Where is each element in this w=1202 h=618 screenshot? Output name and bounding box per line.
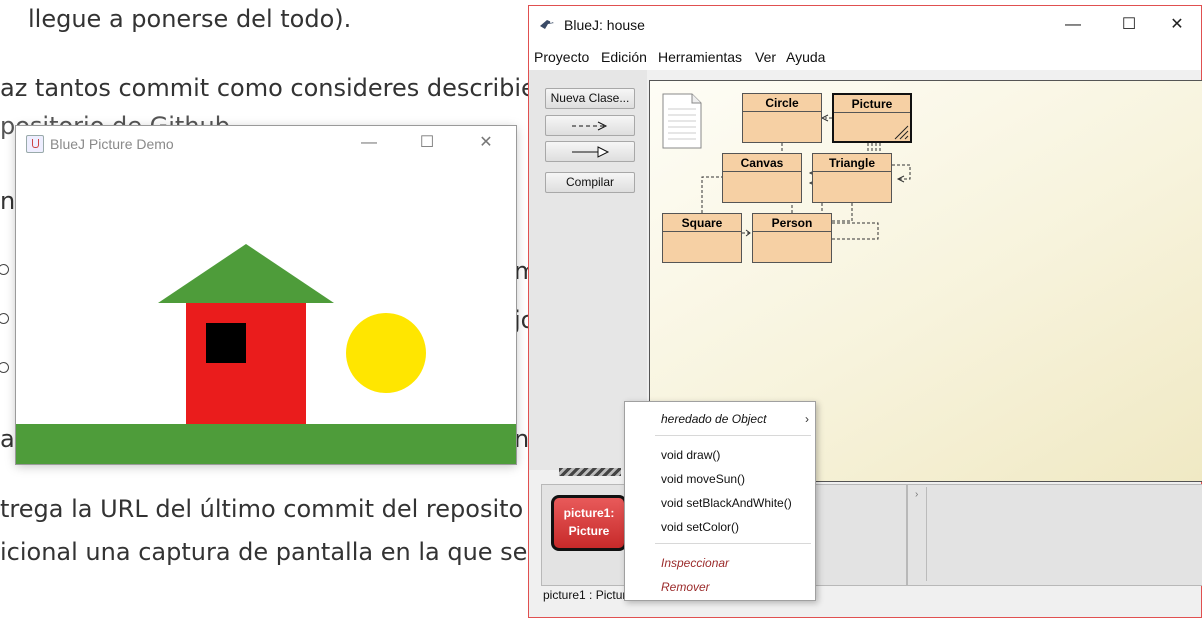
object-name: picture1: <box>563 506 615 520</box>
class-canvas[interactable]: Canvas <box>722 153 802 203</box>
close-button[interactable]: ✕ <box>1159 13 1195 37</box>
picture-demo-titlebar[interactable]: BlueJ Picture Demo — ☐ ✕ <box>16 126 516 160</box>
class-divider <box>743 111 821 112</box>
class-divider <box>813 171 891 172</box>
menu-item-move-sun[interactable]: void moveSun() <box>661 472 745 486</box>
codepad-area[interactable]: › <box>907 484 1202 586</box>
doc-line: icional una captura de pantalla en la qu… <box>0 538 528 566</box>
close-button[interactable]: ✕ <box>471 132 501 154</box>
status-bar: picture1 : Pictur <box>543 588 627 602</box>
class-picture[interactable]: Picture <box>832 93 912 143</box>
object-class: Picture <box>568 524 610 538</box>
window-title: BlueJ Picture Demo <box>50 136 174 152</box>
class-name: Person <box>771 216 813 230</box>
menu-proyecto[interactable]: Proyecto <box>534 49 589 65</box>
class-name: Circle <box>765 96 799 110</box>
chevron-right-icon: › <box>915 489 919 500</box>
class-divider <box>663 231 741 232</box>
house-roof <box>158 244 334 303</box>
house-wall <box>186 303 306 424</box>
bullet-icon <box>0 264 9 275</box>
doc-line: az tantos commit como consideres describ… <box>0 74 536 102</box>
dependency-arrow-button[interactable] <box>545 115 635 136</box>
doc-line: n <box>0 187 16 215</box>
menu-divider <box>655 543 811 544</box>
menu-item-inspect[interactable]: Inspeccionar <box>661 556 729 570</box>
bluej-logo-icon <box>540 20 554 29</box>
doc-line: trega la URL del último commit del repos… <box>0 495 524 523</box>
menu-item-remove[interactable]: Remover <box>661 580 710 594</box>
menu-item-set-color[interactable]: void setColor() <box>661 520 739 534</box>
compile-button[interactable]: Compilar <box>545 172 635 193</box>
bluej-titlebar[interactable]: BlueJ: house — ☐ ✕ <box>529 6 1201 44</box>
class-square[interactable]: Square <box>662 213 742 263</box>
new-class-button[interactable]: Nueva Clase... <box>545 88 635 109</box>
class-name: Square <box>681 216 723 230</box>
doc-line: llegue a ponerse del todo). <box>28 5 352 33</box>
inheritance-arrow-button[interactable] <box>545 141 635 162</box>
codepad-gutter: › <box>910 487 927 581</box>
menu-item-set-black-and-white[interactable]: void setBlackAndWhite() <box>661 496 792 510</box>
picture-demo-window: BlueJ Picture Demo — ☐ ✕ <box>16 126 516 464</box>
house-window <box>206 323 246 363</box>
minimize-button[interactable]: — <box>1055 13 1091 37</box>
vm-activity-indicator <box>559 468 621 476</box>
menu-bar: Proyecto Edición Herramientas Ver Ayuda <box>529 44 1201 70</box>
maximize-button[interactable]: ☐ <box>1111 13 1147 37</box>
class-circle[interactable]: Circle <box>742 93 822 143</box>
inheritance-arrow-icon <box>572 146 610 158</box>
class-name: Triangle <box>828 156 875 170</box>
class-divider <box>753 231 831 232</box>
picture-canvas <box>16 244 516 464</box>
dashed-arrow-icon <box>572 121 608 131</box>
bullet-icon <box>0 313 9 324</box>
resize-handle-icon[interactable] <box>893 124 909 140</box>
java-app-icon <box>26 135 44 153</box>
menu-item-inherited[interactable]: heredado de Object <box>661 412 766 426</box>
chevron-right-icon: › <box>805 412 809 426</box>
class-name: Picture <box>851 97 893 111</box>
minimize-button[interactable]: — <box>354 132 384 154</box>
maximize-button[interactable]: ☐ <box>412 132 442 154</box>
menu-edicion[interactable]: Edición <box>601 49 647 65</box>
sun <box>346 313 426 393</box>
menu-divider <box>655 435 811 436</box>
object-picture1[interactable]: picture1: Picture <box>551 495 627 551</box>
window-title: BlueJ: house <box>564 17 645 33</box>
class-divider <box>834 112 910 113</box>
bullet-icon <box>0 362 9 373</box>
class-triangle[interactable]: Triangle <box>812 153 892 203</box>
class-name: Canvas <box>740 156 784 170</box>
class-divider <box>723 171 801 172</box>
menu-item-draw[interactable]: void draw() <box>661 448 720 462</box>
menu-ver[interactable]: Ver <box>755 49 776 65</box>
menu-ayuda[interactable]: Ayuda <box>786 49 825 65</box>
doc-fragment: n <box>514 425 530 453</box>
ground <box>16 424 516 464</box>
object-context-menu: heredado de Object › void draw() void mo… <box>624 401 816 601</box>
menu-herramientas[interactable]: Herramientas <box>658 49 742 65</box>
class-person[interactable]: Person <box>752 213 832 263</box>
